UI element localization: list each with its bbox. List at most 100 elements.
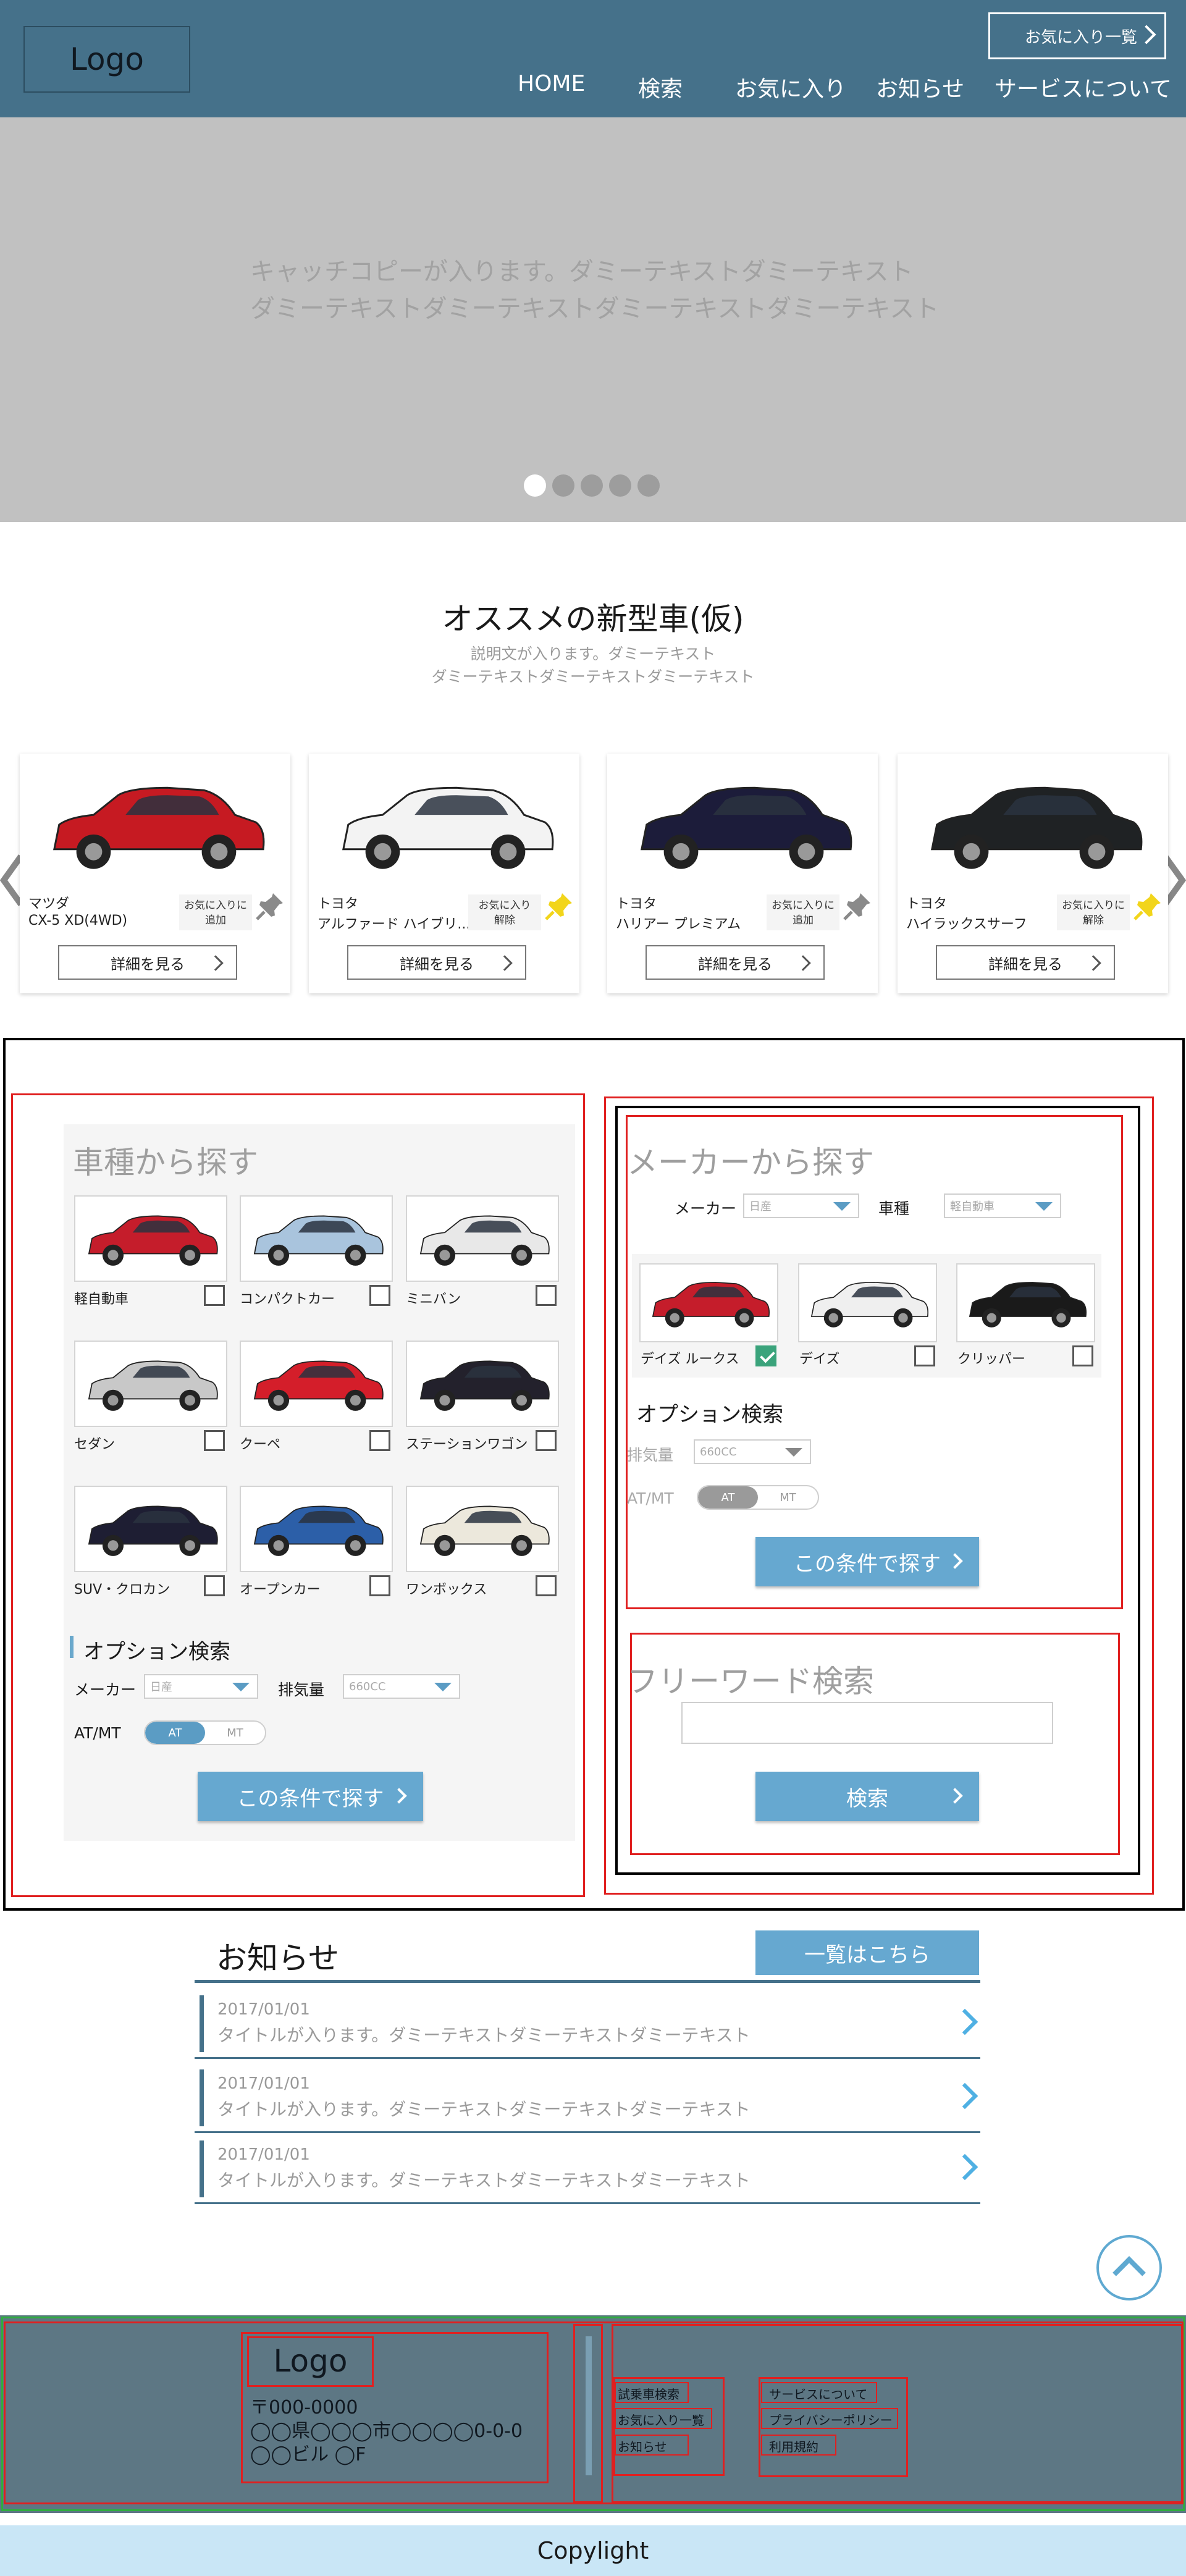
car-model-checkbox[interactable] (914, 1345, 935, 1366)
nav-home[interactable]: HOME (518, 71, 585, 102)
news-item[interactable]: 2017/01/01 タイトルが入ります。ダミーテキストダミーテキストダミーテキス… (195, 1988, 980, 2059)
dropdown-arrow-icon (833, 1202, 851, 1211)
car-type-card[interactable] (240, 1341, 393, 1427)
favorite-toggle-line1: お気に入りに (184, 899, 247, 912)
footer-link[interactable]: 利用規約 (769, 2437, 818, 2455)
maker-maker-select[interactable]: 日産 (743, 1193, 859, 1218)
footer-link[interactable]: プライバシーポリシー (769, 2410, 893, 2428)
news-date: 2017/01/01 (217, 2145, 310, 2164)
slider-dot[interactable] (552, 474, 574, 497)
car-type-checkbox[interactable] (369, 1285, 390, 1306)
mt-option[interactable]: MT (758, 1486, 818, 1509)
nav-search[interactable]: 検索 (638, 71, 683, 102)
car-model-checkbox[interactable] (755, 1345, 776, 1366)
favorite-toggle-button[interactable]: お気に入りに 追加 (179, 894, 252, 930)
pin-icon[interactable] (1132, 891, 1163, 922)
recommend-car-card[interactable]: マツダ CX-5 XD(4WD) お気に入りに 追加 詳細を見る (20, 754, 290, 993)
car-type-checkbox[interactable] (369, 1430, 390, 1451)
car-type-card[interactable] (74, 1341, 227, 1427)
type-displacement-select[interactable]: 660CC (343, 1674, 460, 1699)
favorite-toggle-button[interactable]: お気に入り 解除 (468, 894, 541, 930)
header-logo[interactable]: Logo (23, 26, 190, 93)
recommend-car-card[interactable]: トヨタ ハリアー プレミアム お気に入りに 追加 詳細を見る (607, 754, 878, 993)
car-image (253, 1215, 384, 1266)
maker-search-button[interactable]: この条件で探す (755, 1537, 979, 1586)
type-atmt-toggle[interactable]: AT MT (144, 1720, 266, 1745)
hero-slider: キャッチコピーが入ります。ダミーテキストダミーテキスト ダミーテキストダミーテキ… (0, 117, 1186, 522)
nav-news[interactable]: お知らせ (876, 71, 964, 102)
car-image (253, 1505, 384, 1556)
freeword-title: フリーワード検索 (627, 1664, 874, 1699)
back-to-top-button[interactable] (1096, 2235, 1162, 2300)
news-more-button[interactable]: 一覧はこちら (755, 1930, 979, 1975)
detail-button-label: 詳細を見る (111, 955, 185, 973)
footer-link[interactable]: サービスについて (769, 2384, 867, 2402)
news-item[interactable]: 2017/01/01 タイトルが入ります。ダミーテキストダミーテキストダミーテキス… (195, 2133, 980, 2204)
car-type-checkbox[interactable] (204, 1430, 225, 1451)
chevron-right-icon (795, 955, 811, 971)
maker-type-select[interactable]: 軽自動車 (944, 1193, 1061, 1218)
car-type-checkbox[interactable] (536, 1575, 557, 1596)
freeword-search-button-label: 検索 (846, 1786, 888, 1811)
car-type-card[interactable] (240, 1195, 393, 1282)
detail-button[interactable]: 詳細を見る (646, 945, 825, 980)
car-type-card[interactable] (74, 1195, 227, 1282)
news-date: 2017/01/01 (217, 2000, 310, 2019)
pin-icon[interactable] (254, 891, 285, 922)
car-type-card[interactable] (406, 1341, 559, 1427)
car-type-card[interactable] (74, 1486, 227, 1572)
car-type-card[interactable] (406, 1195, 559, 1282)
car-model-card[interactable] (639, 1263, 778, 1342)
car-model-checkbox[interactable] (1072, 1345, 1093, 1366)
car-type-checkbox[interactable] (369, 1575, 390, 1596)
footer-logo[interactable]: Logo (250, 2336, 371, 2386)
slider-dot[interactable] (581, 474, 603, 497)
favorite-toggle-button[interactable]: お気に入りに 追加 (767, 894, 839, 930)
favorites-list-button[interactable]: お気に入り一覧 (988, 12, 1166, 59)
detail-button[interactable]: 詳細を見る (936, 945, 1115, 980)
car-model-card[interactable] (956, 1263, 1095, 1342)
footer-link[interactable]: お気に入り一覧 (618, 2410, 704, 2428)
car-model-card[interactable] (798, 1263, 937, 1342)
footer-link[interactable]: 試乗車検索 (618, 2384, 679, 2402)
car-type-checkbox[interactable] (204, 1285, 225, 1306)
nav-favorites[interactable]: お気に入り (735, 71, 846, 102)
pin-icon[interactable] (544, 891, 574, 922)
slider-dot[interactable] (609, 474, 631, 497)
detail-button[interactable]: 詳細を見る (58, 945, 237, 980)
detail-button[interactable]: 詳細を見る (347, 945, 526, 980)
freeword-search-button[interactable]: 検索 (755, 1772, 979, 1821)
chevron-up-icon (1112, 2256, 1146, 2289)
favorite-toggle-button[interactable]: お気に入りに 解除 (1057, 894, 1130, 930)
pin-icon[interactable] (842, 891, 873, 922)
car-type-checkbox[interactable] (204, 1575, 225, 1596)
recommend-car-card[interactable]: トヨタ ハイラックスサーフ お気に入りに 解除 詳細を見る (898, 754, 1168, 993)
chevron-right-icon (951, 2008, 978, 2035)
car-type-checkbox[interactable] (536, 1285, 557, 1306)
type-search-button[interactable]: この条件で探す (198, 1772, 423, 1821)
news-item-bar (200, 2069, 204, 2126)
car-type-label: ワンボックス (406, 1582, 487, 1597)
footer-link[interactable]: お知らせ (618, 2437, 667, 2455)
slider-dot[interactable] (524, 474, 546, 497)
mt-option[interactable]: MT (205, 1722, 265, 1744)
at-option[interactable]: AT (145, 1722, 205, 1744)
chevron-right-icon (391, 1788, 407, 1804)
nav-about[interactable]: サービスについて (995, 71, 1172, 102)
car-type-card[interactable] (406, 1486, 559, 1572)
maker-atmt-toggle[interactable]: AT MT (697, 1485, 819, 1510)
car-image (419, 1360, 550, 1411)
car-type-checkbox[interactable] (536, 1430, 557, 1451)
freeword-input[interactable] (681, 1702, 1053, 1744)
type-maker-select[interactable]: 日産 (144, 1674, 258, 1699)
car-type-card[interactable] (240, 1486, 393, 1572)
recommend-car-card[interactable]: トヨタ アルファード ハイブリ... お気に入り 解除 詳細を見る (309, 754, 579, 993)
at-option[interactable]: AT (698, 1486, 758, 1509)
maker-displacement-select[interactable]: 660CC (694, 1439, 811, 1464)
news-item[interactable]: 2017/01/01 タイトルが入ります。ダミーテキストダミーテキストダミーテキス… (195, 2062, 980, 2133)
type-option-title: オプション検索 (83, 1639, 230, 1664)
chevron-right-icon (947, 1553, 963, 1569)
favorite-toggle-line2: 追加 (793, 914, 814, 927)
slider-dot[interactable] (637, 474, 660, 497)
favorite-toggle-line2: 解除 (1083, 914, 1104, 927)
